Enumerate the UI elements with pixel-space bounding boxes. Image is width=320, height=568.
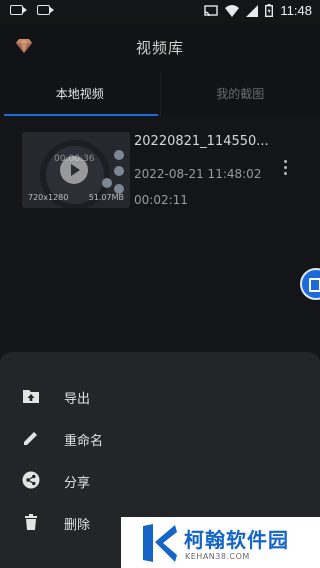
thumbnail-dot (102, 178, 112, 188)
battery-icon (265, 4, 274, 17)
tab-bar: 本地视频 我的截图 (0, 72, 320, 116)
tab-local-videos[interactable]: 本地视频 (0, 72, 160, 116)
menu-label-share: 分享 (64, 476, 91, 491)
play-icon[interactable] (60, 156, 88, 184)
status-bar: 11:48 (0, 0, 320, 22)
cast-icon (204, 4, 219, 16)
watermark-title: 柯翰软件园 (184, 528, 289, 552)
video-list: 00:00:36 720x1280 51.07MB 20220821_11455… (0, 116, 320, 352)
kehan-logo-icon (143, 524, 177, 562)
video-name: 20220821_114550... (134, 134, 269, 149)
list-item[interactable]: 00:00:36 720x1280 51.07MB 20220821_11455… (20, 130, 310, 214)
watermark-subtitle: KEHAN38.COM (185, 552, 250, 561)
menu-item-share[interactable]: 分享 (0, 460, 320, 502)
more-options-icon[interactable] (284, 160, 288, 178)
video-date: 2022-08-21 11:48:02 (134, 167, 262, 181)
signal-icon (246, 4, 259, 17)
pencil-icon (24, 432, 37, 445)
menu-label-export: 导出 (64, 392, 91, 407)
share-icon (22, 471, 40, 489)
menu-label-delete: 删除 (64, 518, 91, 533)
thumbnail-dot (114, 166, 124, 176)
wifi-icon (225, 4, 240, 17)
menu-label-rename: 重命名 (64, 434, 104, 449)
thumbnail-dot (114, 150, 124, 160)
status-time: 11:48 (280, 3, 312, 18)
status-right: 11:48 (204, 3, 312, 18)
watermark: 柯翰软件园 KEHAN38.COM (121, 517, 320, 568)
status-left (10, 5, 54, 15)
video-duration: 00:02:11 (134, 193, 188, 207)
menu-item-rename[interactable]: 重命名 (0, 418, 320, 460)
menu-item-export[interactable]: 导出 (0, 376, 320, 418)
video-camera-icon (37, 5, 54, 15)
video-thumbnail[interactable]: 00:00:36 720x1280 51.07MB (22, 132, 130, 208)
page-title: 视频库 (135, 39, 184, 57)
trash-icon (25, 514, 37, 530)
video-resolution: 720x1280 (28, 193, 69, 202)
tab-my-screenshots[interactable]: 我的截图 (159, 72, 320, 116)
folder-upload-icon (23, 390, 39, 403)
video-camera-icon (10, 5, 27, 15)
app-header: 视频库 (0, 22, 320, 72)
video-size: 51.07MB (88, 193, 124, 202)
